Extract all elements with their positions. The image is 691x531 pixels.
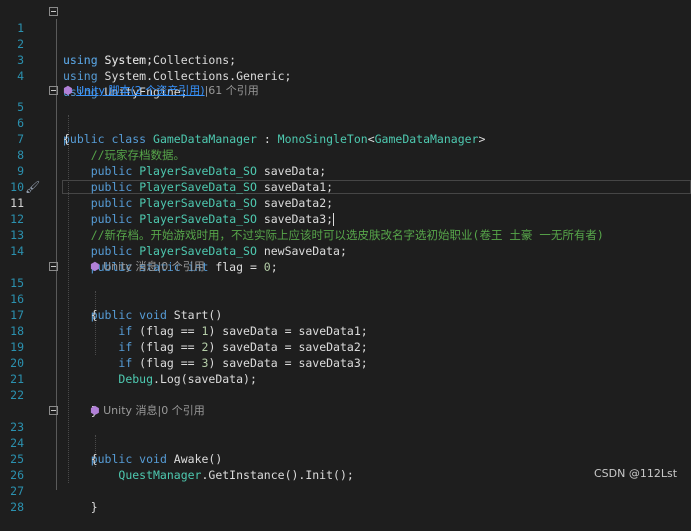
code-line[interactable]: 20 Debug.Log(saveData); <box>0 339 691 386</box>
collapse-icon[interactable] <box>49 406 58 415</box>
code-line[interactable]: 24 { <box>0 419 691 466</box>
code-line[interactable]: 12 //新存档。开始游戏时用，不过实际上应该时可以选皮肤改名字选初始职业(卷王… <box>0 195 691 242</box>
code-line[interactable]: 4 using UnityEngine; <box>0 52 691 99</box>
code-line-active[interactable]: 11 public PlayerSaveData_SO saveData3; <box>0 179 691 226</box>
code-editor[interactable]: 🖌 1 using System; 2 using System.Collect… <box>0 0 691 514</box>
code-line[interactable]: 17 if (flag == 1) saveData = saveData1; <box>0 291 691 338</box>
code-line[interactable]: 23 public void Awake() <box>0 403 691 466</box>
code-line[interactable]: 6 { <box>0 99 691 146</box>
code-line[interactable]: 9 public PlayerSaveData_SO saveData1; <box>0 147 691 194</box>
code-line[interactable]: 21 <box>0 355 691 386</box>
code-line[interactable]: 28 <box>0 483 691 514</box>
code-line[interactable]: 8 public PlayerSaveData_SO saveData; <box>0 131 691 178</box>
code-line[interactable]: 10 public PlayerSaveData_SO saveData2; <box>0 163 691 210</box>
code-line[interactable]: 1 using System; <box>0 4 691 67</box>
code-lens: ⬢ Unity 消息|0 个引用 <box>0 243 691 273</box>
code-line[interactable]: 22 } <box>0 371 691 418</box>
code-line[interactable]: 19 if (flag == 3) saveData = saveData3; <box>0 323 691 370</box>
code-line[interactable]: 16 { <box>0 275 691 322</box>
collapse-icon[interactable] <box>49 262 58 271</box>
code-line[interactable]: 26 <box>0 451 691 482</box>
collapse-icon[interactable] <box>49 7 58 16</box>
code-lens: ⬢ Unity 脚本(2 个资产引用)|61 个引用 <box>0 67 691 97</box>
code-line[interactable]: 27 } <box>0 467 691 514</box>
line-number: 28 <box>10 500 24 514</box>
code-lens: ⬢ Unity 消息|0 个引用 <box>0 387 691 417</box>
code-line[interactable]: 15 public void Start() <box>0 259 691 322</box>
code-line[interactable]: 3 using System.Collections.Generic; <box>0 36 691 83</box>
code-line[interactable]: 13 public PlayerSaveData_SO newSaveData; <box>0 211 691 258</box>
code-line[interactable]: 18 if (flag == 2) saveData = saveData2; <box>0 307 691 354</box>
code-text: } <box>63 500 98 514</box>
code-line[interactable]: 5 public class GameDataManager : MonoSin… <box>0 83 691 146</box>
code-line[interactable]: 25 QuestManager.GetInstance().Init(); <box>0 435 691 482</box>
code-line[interactable]: 7 //玩家存档数据。 <box>0 115 691 162</box>
code-line[interactable]: 14 public static int flag = 0; <box>0 227 691 274</box>
collapse-icon[interactable] <box>49 86 58 95</box>
watermark: CSDN @112Lst <box>594 467 678 480</box>
code-line[interactable]: 2 using System.Collections; <box>0 20 691 67</box>
